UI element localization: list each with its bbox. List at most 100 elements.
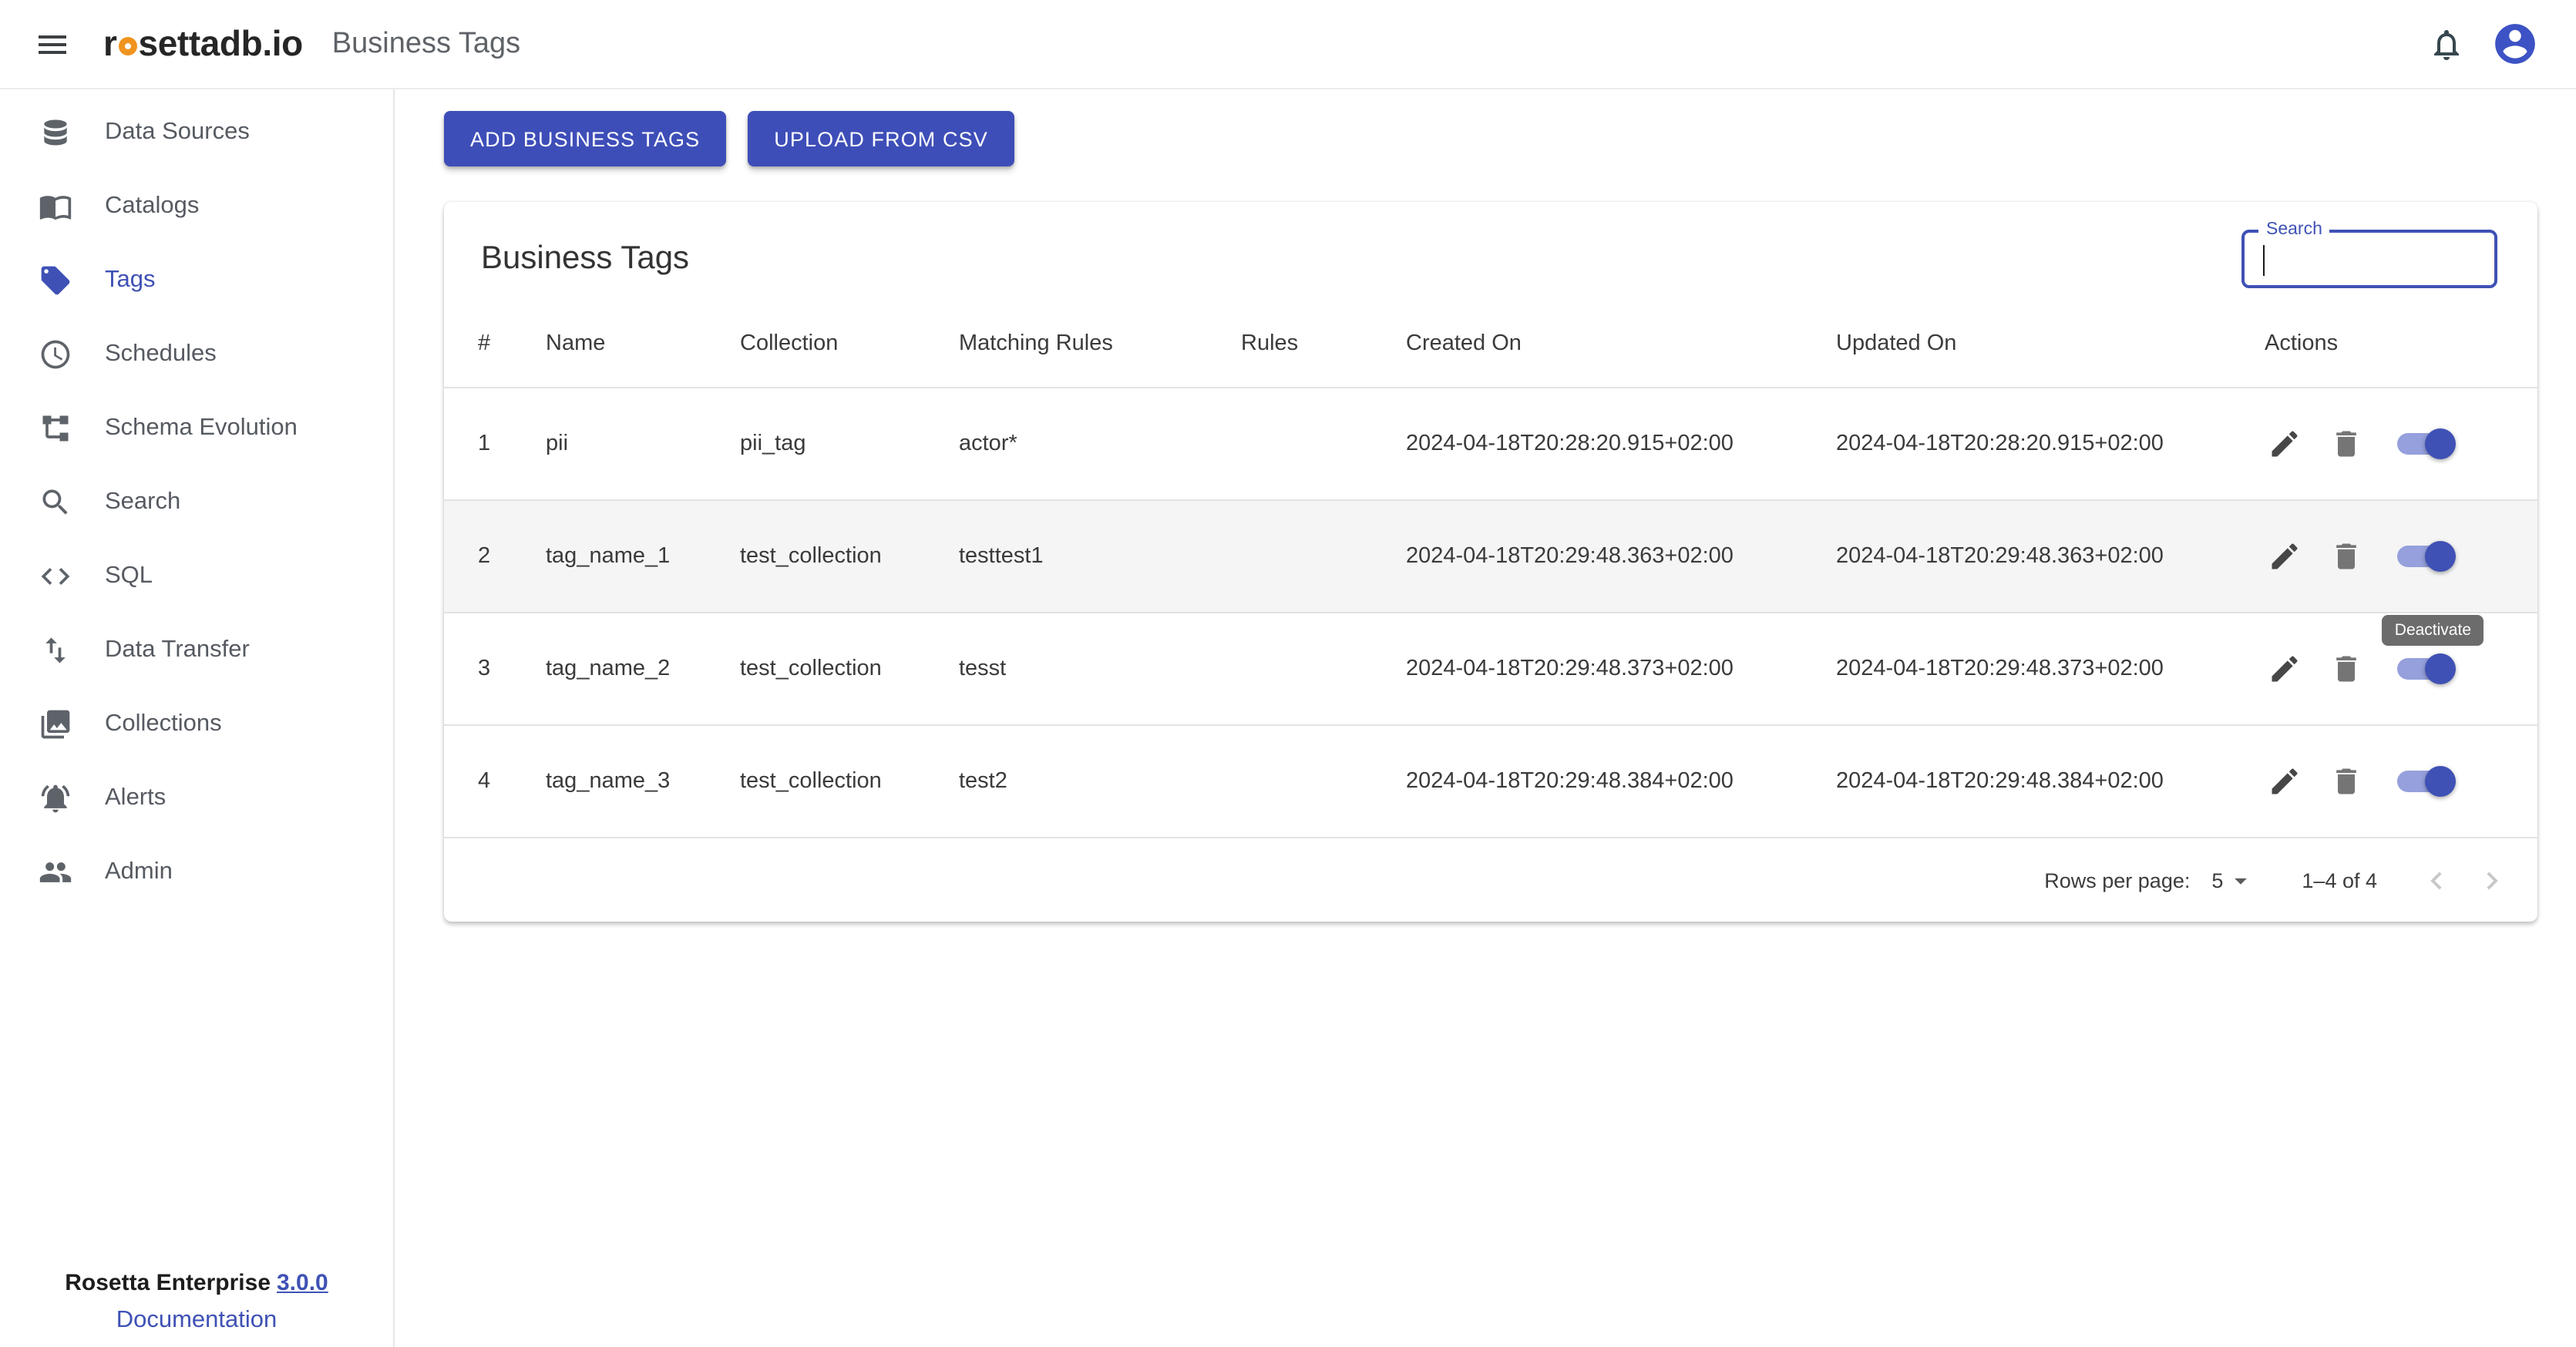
rows-per-page-select[interactable]: 5 — [2211, 865, 2255, 895]
cell-actions — [2265, 761, 2537, 801]
cell-created-on: 2024-04-18T20:29:48.363+02:00 — [1406, 544, 1836, 569]
rows-per-page-value: 5 — [2211, 868, 2223, 892]
cell-name: tag_name_1 — [546, 544, 740, 569]
cell-updated-on: 2024-04-18T20:29:48.384+02:00 — [1836, 769, 2265, 794]
app-bar-actions — [2416, 13, 2545, 75]
column-header-actions: Actions — [2265, 331, 2537, 356]
tree-icon — [39, 411, 72, 445]
column-header-name: Name — [546, 331, 740, 356]
cell-index: 1 — [478, 432, 546, 456]
delete-icon[interactable] — [2326, 649, 2366, 689]
cell-actions — [2265, 424, 2537, 464]
cell-created-on: 2024-04-18T20:29:48.373+02:00 — [1406, 657, 1836, 681]
sidebar-item-sql[interactable]: SQL — [0, 539, 393, 613]
pagination-range: 1–4 of 4 — [2302, 868, 2377, 892]
code-icon — [39, 559, 72, 593]
documentation-link[interactable]: Documentation — [116, 1307, 277, 1335]
sidebar-item-tags[interactable]: Tags — [0, 244, 393, 317]
notifications-bell-icon[interactable] — [2416, 13, 2477, 75]
active-toggle[interactable] — [2394, 764, 2456, 798]
delete-icon[interactable] — [2326, 424, 2366, 464]
sidebar-item-label: Schema Evolution — [105, 415, 298, 442]
previous-page-icon[interactable] — [2408, 852, 2463, 908]
edit-icon[interactable] — [2265, 649, 2305, 689]
edit-icon[interactable] — [2265, 761, 2305, 801]
cell-index: 3 — [478, 657, 546, 681]
column-header-matching-rules: Matching Rules — [959, 331, 1241, 356]
search-input[interactable] — [2245, 233, 2494, 285]
sidebar-item-label: Tags — [105, 267, 156, 294]
cell-matching-rules: test2 — [959, 769, 1241, 794]
cell-name: pii — [546, 432, 740, 456]
clock-icon — [39, 338, 72, 371]
search-field: Search — [2241, 230, 2497, 288]
active-toggle[interactable] — [2394, 652, 2456, 686]
sidebar-item-admin[interactable]: Admin — [0, 835, 393, 909]
action-toolbar: ADD BUSINESS TAGS UPLOAD FROM CSV — [444, 111, 2576, 166]
deactivate-tooltip: Deactivate — [2383, 615, 2484, 646]
table-row: 1 pii pii_tag actor* 2024-04-18T20:28:20… — [444, 388, 2537, 501]
sidebar-item-alerts[interactable]: Alerts — [0, 761, 393, 835]
sidebar: Data Sources Catalogs Tags Schedules — [0, 89, 395, 1347]
database-icon — [39, 116, 72, 149]
delete-icon[interactable] — [2326, 536, 2366, 576]
sidebar-item-catalogs[interactable]: Catalogs — [0, 170, 393, 244]
cell-collection: test_collection — [740, 657, 959, 681]
sidebar-item-label: Collections — [105, 710, 222, 738]
next-page-icon[interactable] — [2463, 852, 2519, 908]
sidebar-item-label: SQL — [105, 563, 153, 590]
sidebar-item-label: Data Transfer — [105, 637, 250, 664]
sidebar-item-schema-evolution[interactable]: Schema Evolution — [0, 391, 393, 465]
cell-updated-on: 2024-04-18T20:28:20.915+02:00 — [1836, 432, 2265, 456]
delete-icon[interactable] — [2326, 761, 2366, 801]
toggle-thumb — [2425, 653, 2456, 684]
page-title: Business Tags — [332, 27, 520, 61]
collections-icon — [39, 707, 72, 741]
active-toggle[interactable] — [2394, 427, 2456, 461]
table-row: 4 tag_name_3 test_collection test2 2024-… — [444, 726, 2537, 838]
edit-icon[interactable] — [2265, 424, 2305, 464]
column-header-index: # — [478, 331, 546, 356]
version-link[interactable]: 3.0.0 — [277, 1270, 328, 1296]
cell-matching-rules: testtest1 — [959, 544, 1241, 569]
business-tags-card: Business Tags Search # Name Collection M… — [444, 202, 2537, 922]
upload-from-csv-button[interactable]: UPLOAD FROM CSV — [748, 111, 1014, 166]
sidebar-item-data-transfer[interactable]: Data Transfer — [0, 613, 393, 687]
cell-collection: test_collection — [740, 769, 959, 794]
column-header-created-on: Created On — [1406, 331, 1836, 356]
table-pagination: Rows per page: 5 1–4 of 4 — [444, 838, 2537, 922]
card-title: Business Tags — [481, 240, 689, 277]
product-name: Rosetta Enterprise — [65, 1270, 271, 1296]
book-icon — [39, 190, 72, 223]
cell-matching-rules: tesst — [959, 657, 1241, 681]
cell-name: tag_name_2 — [546, 657, 740, 681]
edit-icon[interactable] — [2265, 536, 2305, 576]
active-toggle[interactable] — [2394, 539, 2456, 573]
add-business-tags-button[interactable]: ADD BUSINESS TAGS — [444, 111, 726, 166]
logo-prefix: r — [103, 23, 117, 65]
alert-bell-icon — [39, 781, 72, 815]
sidebar-item-schedules[interactable]: Schedules — [0, 317, 393, 391]
column-header-rules: Rules — [1241, 331, 1406, 356]
people-icon — [39, 855, 72, 889]
sidebar-item-label: Search — [105, 489, 180, 516]
sidebar-item-label: Admin — [105, 858, 173, 886]
sidebar-item-search[interactable]: Search — [0, 465, 393, 539]
account-avatar-icon[interactable] — [2484, 13, 2545, 75]
search-field-label: Search — [2258, 220, 2330, 240]
cell-index: 4 — [478, 769, 546, 794]
table-header-row: # Name Collection Matching Rules Rules C… — [444, 301, 2537, 388]
import-export-icon — [39, 633, 72, 667]
menu-icon[interactable] — [22, 13, 83, 75]
business-tags-table: # Name Collection Matching Rules Rules C… — [444, 301, 2537, 838]
sidebar-item-collections[interactable]: Collections — [0, 687, 393, 761]
sidebar-item-label: Catalogs — [105, 193, 199, 220]
sidebar-item-label: Alerts — [105, 784, 166, 812]
sidebar-item-label: Data Sources — [105, 119, 250, 146]
app-window: rsettadb.io Business Tags Data Sources — [0, 0, 2576, 1347]
sidebar-item-data-sources[interactable]: Data Sources — [0, 96, 393, 170]
cell-index: 2 — [478, 544, 546, 569]
toggle-thumb — [2425, 428, 2456, 459]
card-header: Business Tags Search — [444, 202, 2537, 301]
rows-per-page-label: Rows per page: — [2044, 868, 2190, 892]
